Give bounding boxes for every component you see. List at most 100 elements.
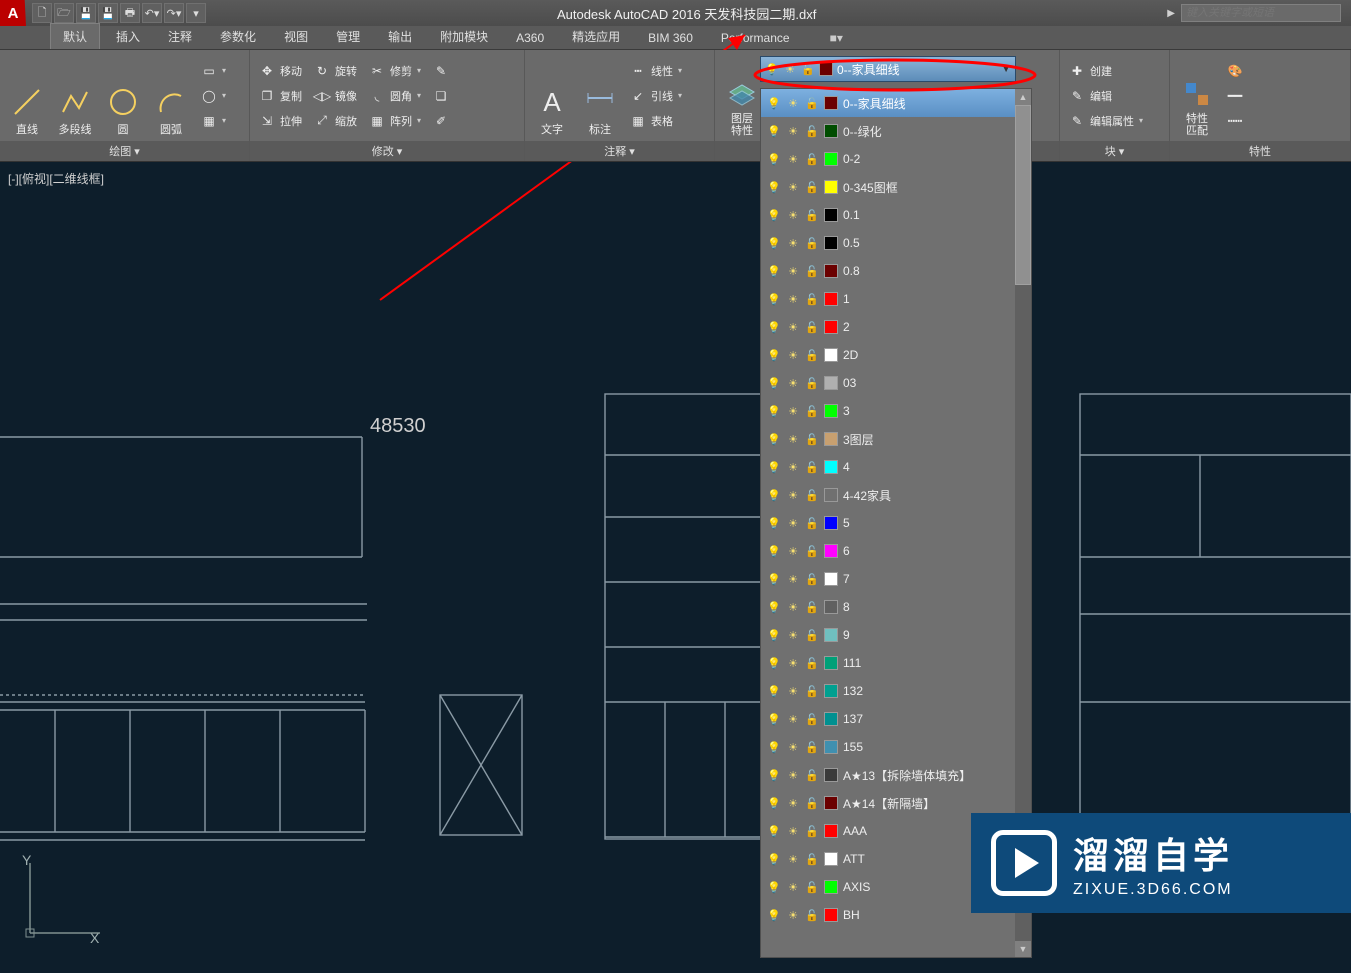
block-editattr-button[interactable]: ✎编辑属性▾ [1066,110,1146,132]
sun-icon[interactable]: ☀ [786,796,800,810]
circle-button[interactable]: 圆 [102,54,144,137]
arc-button[interactable]: 圆弧 [150,54,192,137]
layer-row[interactable]: 💡☀🔓132 [761,677,1031,705]
tab-view[interactable]: 视图 [272,24,320,49]
trim-button[interactable]: ✂修剪▾ [366,60,424,82]
layer-row[interactable]: 💡☀🔓8 [761,593,1031,621]
sun-icon[interactable]: ☀ [786,236,800,250]
bulb-icon[interactable]: 💡 [767,292,781,306]
panel-properties-label[interactable]: 特性 [1170,141,1350,161]
lock-icon[interactable]: 🔓 [805,684,819,698]
bulb-icon[interactable]: 💡 [767,572,781,586]
bulb-icon[interactable]: 💡 [767,96,781,110]
tab-parametric[interactable]: 参数化 [208,24,268,49]
lock-icon[interactable]: 🔓 [805,124,819,138]
layer-row[interactable]: 💡☀🔓2D [761,341,1031,369]
lock-icon[interactable]: 🔓 [805,236,819,250]
panel-draw-label[interactable]: 绘图 ▾ [0,141,249,161]
lock-icon[interactable]: 🔓 [805,768,819,782]
tab-insert[interactable]: 插入 [104,24,152,49]
layer-row[interactable]: 💡☀🔓111 [761,649,1031,677]
sun-icon[interactable]: ☀ [786,152,800,166]
stretch-button[interactable]: ⇲拉伸 [256,110,305,132]
mod-misc2-button[interactable]: ❏ [430,85,452,107]
sun-icon[interactable]: ☀ [786,124,800,138]
bulb-icon[interactable]: 💡 [767,712,781,726]
layer-row[interactable]: 💡☀🔓0-2 [761,145,1031,173]
panel-modify-label[interactable]: 修改 ▾ [250,141,524,161]
sun-icon[interactable]: ☀ [786,488,800,502]
tab-annotate[interactable]: 注释 [156,24,204,49]
fillet-button[interactable]: ◟圆角▾ [366,85,424,107]
sun-icon[interactable]: ☀ [786,432,800,446]
layer-row[interactable]: 💡☀🔓0.5 [761,229,1031,257]
bulb-icon[interactable]: 💡 [767,320,781,334]
lock-icon[interactable]: 🔓 [805,376,819,390]
lock-icon[interactable]: 🔓 [805,96,819,110]
sun-icon[interactable]: ☀ [786,180,800,194]
lock-icon[interactable]: 🔓 [805,656,819,670]
layer-row[interactable]: 💡☀🔓03 [761,369,1031,397]
array-button[interactable]: ▦阵列▾ [366,110,424,132]
dim-button[interactable]: 标注 [579,54,621,137]
tab-a360[interactable]: A360 [504,27,556,49]
linetype-button[interactable]: ┅线性▾ [627,60,685,82]
bulb-icon[interactable]: 💡 [767,376,781,390]
lock-icon[interactable]: 🔓 [805,264,819,278]
qat-new-icon[interactable]: 🗋 [32,3,52,23]
layer-row[interactable]: 💡☀🔓4 [761,453,1031,481]
mirror-button[interactable]: ◁▷镜像 [311,85,360,107]
leader-button[interactable]: ↙引线▾ [627,85,685,107]
qat-undo-icon[interactable]: ↶▾ [142,3,162,23]
lock-icon[interactable]: 🔓 [805,908,819,922]
bulb-icon[interactable]: 💡 [767,404,781,418]
layer-row[interactable]: 💡☀🔓2 [761,313,1031,341]
search-expand-icon[interactable]: ▶ [1167,8,1175,19]
lock-icon[interactable]: 🔓 [805,460,819,474]
search-input[interactable] [1181,4,1341,22]
text-button[interactable]: A 文字 [531,54,573,137]
bulb-icon[interactable]: 💡 [767,348,781,362]
panel-block-label[interactable]: 块 ▾ [1060,141,1169,161]
block-create-button[interactable]: ✚创建 [1066,60,1146,82]
qat-more-icon[interactable]: ▾ [186,3,206,23]
sun-icon[interactable]: ☀ [786,908,800,922]
sun-icon[interactable]: ☀ [786,96,800,110]
copy-button[interactable]: ❐复制 [256,85,305,107]
lock-icon[interactable]: 🔓 [805,320,819,334]
bulb-icon[interactable]: 💡 [767,264,781,278]
lock-icon[interactable]: 🔓 [805,152,819,166]
lock-icon[interactable]: 🔓 [805,404,819,418]
lock-icon[interactable]: 🔓 [805,292,819,306]
layer-row[interactable]: 💡☀🔓9 [761,621,1031,649]
scale-button[interactable]: ⤢缩放 [311,110,360,132]
props-color-button[interactable]: 🎨 [1224,60,1246,82]
sun-icon[interactable]: ☀ [786,348,800,362]
tab-featured[interactable]: 精选应用 [560,24,632,49]
scroll-up-icon[interactable]: ▲ [1015,89,1031,105]
bulb-icon[interactable]: 💡 [767,516,781,530]
table-button[interactable]: ▦表格 [627,110,685,132]
sun-icon[interactable]: ☀ [786,292,800,306]
layer-selector[interactable]: 💡 ☀ 🔓 0--家具细线 ▼ [760,56,1016,82]
match-props-button[interactable]: 特性 匹配 [1176,54,1218,137]
mod-misc1-button[interactable]: ✎ [430,60,452,82]
layer-row[interactable]: 💡☀🔓6 [761,537,1031,565]
lock-icon[interactable]: 🔓 [805,516,819,530]
mod-misc3-button[interactable]: ✐ [430,110,452,132]
layer-row[interactable]: 💡☀🔓1 [761,285,1031,313]
layer-row[interactable]: 💡☀🔓3图层 [761,425,1031,453]
sun-icon[interactable]: ☀ [786,544,800,558]
qat-save-icon[interactable]: 💾 [76,3,96,23]
bulb-icon[interactable]: 💡 [767,852,781,866]
layer-row[interactable]: 💡☀🔓A★13【拆除墙体填充】 [761,761,1031,789]
bulb-icon[interactable]: 💡 [767,124,781,138]
draw-misc2-button[interactable]: ◯▾ [198,85,229,107]
line-button[interactable]: 直线 [6,54,48,137]
sun-icon[interactable]: ☀ [786,208,800,222]
layer-row[interactable]: 💡☀🔓7 [761,565,1031,593]
sun-icon[interactable]: ☀ [786,460,800,474]
qat-redo-icon[interactable]: ↷▾ [164,3,184,23]
tab-addons[interactable]: 附加模块 [428,24,500,49]
scroll-thumb[interactable] [1015,105,1031,285]
